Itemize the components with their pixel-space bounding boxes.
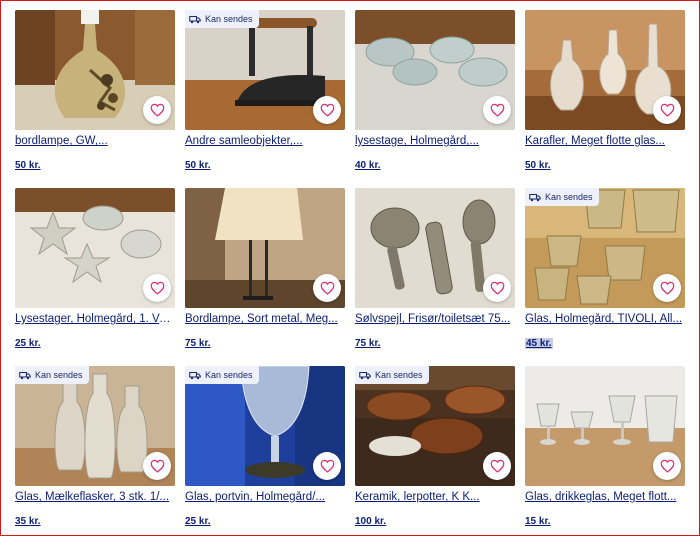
truck-icon <box>359 371 371 380</box>
heart-icon <box>150 103 165 117</box>
listing-price[interactable]: 40 kr. <box>355 160 381 171</box>
favorite-button[interactable] <box>313 274 341 302</box>
listing-title-link[interactable]: Glas, portvin, Holmegård/... <box>185 491 345 503</box>
heart-icon <box>150 459 165 473</box>
heart-icon <box>660 103 675 117</box>
listing-title-link[interactable]: Andre samleobjekter,... <box>185 135 345 147</box>
listing-price[interactable]: 25 kr. <box>185 516 211 527</box>
favorite-button[interactable] <box>313 452 341 480</box>
favorite-button[interactable] <box>143 452 171 480</box>
favorite-button[interactable] <box>483 274 511 302</box>
listing-title-link[interactable]: Glas, Mælkeflasker, 3 stk. 1/... <box>15 491 175 503</box>
listing-card[interactable]: Kan sendes Keramik, lerpotter, K K... 100 … <box>355 366 515 544</box>
listing-card[interactable]: Kan sendes Glas, Mælkeflasker, 3 stk. 1/.… <box>15 366 175 544</box>
truck-icon <box>189 15 201 24</box>
heart-icon <box>490 281 505 295</box>
truck-icon <box>189 371 201 380</box>
shipping-badge-label: Kan sendes <box>35 370 83 380</box>
heart-icon <box>490 459 505 473</box>
listing-title-link[interactable]: Karafler, Meget flotte glas... <box>525 135 685 147</box>
listing-card[interactable]: lysestage, Holmegård,... 40 kr. <box>355 10 515 188</box>
listing-card[interactable]: Kan sendes Glas, portvin, Holmegård/... 25… <box>185 366 345 544</box>
favorite-button[interactable] <box>483 452 511 480</box>
shipping-badge-label: Kan sendes <box>205 14 253 24</box>
shipping-badge-label: Kan sendes <box>205 370 253 380</box>
listing-card[interactable]: Karafler, Meget flotte glas... 50 kr. <box>525 10 685 188</box>
favorite-button[interactable] <box>313 96 341 124</box>
listing-price[interactable]: 50 kr. <box>185 160 211 171</box>
heart-icon <box>320 459 335 473</box>
heart-icon <box>490 103 505 117</box>
heart-icon <box>150 281 165 295</box>
listing-title-link[interactable]: Bordlampe, Sort metal, Meg... <box>185 313 345 325</box>
favorite-button[interactable] <box>143 96 171 124</box>
heart-icon <box>320 103 335 117</box>
listing-card[interactable]: bordlampe, GW,... 50 kr. <box>15 10 175 188</box>
listing-card[interactable]: Bordlampe, Sort metal, Meg... 75 kr. <box>185 188 345 366</box>
listing-card[interactable]: Kan sendes Andre samleobjekter,... 50 kr. <box>185 10 345 188</box>
heart-icon <box>660 459 675 473</box>
truck-icon <box>529 193 541 202</box>
listing-price[interactable]: 50 kr. <box>525 160 551 171</box>
listing-title-link[interactable]: lysestage, Holmegård,... <box>355 135 515 147</box>
shipping-badge: Kan sendes <box>185 366 259 384</box>
listing-price[interactable]: 45 kr. <box>525 338 553 349</box>
listing-card[interactable]: Lysestager, Holmegård, 1. Ve... 25 kr. <box>15 188 175 366</box>
listing-price[interactable]: 25 kr. <box>15 338 41 349</box>
favorite-button[interactable] <box>483 96 511 124</box>
listing-title-link[interactable]: Glas, drikkeglas, Meget flott... <box>525 491 685 503</box>
favorite-button[interactable] <box>143 274 171 302</box>
listing-price[interactable]: 75 kr. <box>355 338 381 349</box>
listing-price[interactable]: 50 kr. <box>15 160 41 171</box>
shipping-badge: Kan sendes <box>355 366 429 384</box>
listing-title-link[interactable]: Keramik, lerpotter, K K... <box>355 491 515 503</box>
listing-price[interactable]: 15 kr. <box>525 516 551 527</box>
listing-price[interactable]: 35 kr. <box>15 516 41 527</box>
listing-price[interactable]: 100 kr. <box>355 516 386 527</box>
shipping-badge-label: Kan sendes <box>375 370 423 380</box>
favorite-button[interactable] <box>653 274 681 302</box>
listing-card[interactable]: Kan sendes Glas, Holmegård, TIVOLI, All..… <box>525 188 685 366</box>
truck-icon <box>19 371 31 380</box>
shipping-badge: Kan sendes <box>185 10 259 28</box>
favorite-button[interactable] <box>653 96 681 124</box>
shipping-badge: Kan sendes <box>15 366 89 384</box>
listing-title-link[interactable]: Glas, Holmegård, TIVOLI, All... <box>525 313 685 325</box>
listing-title-link[interactable]: bordlampe, GW,... <box>15 135 175 147</box>
shipping-badge: Kan sendes <box>525 188 599 206</box>
listing-title-link[interactable]: Lysestager, Holmegård, 1. Ve... <box>15 313 175 325</box>
favorite-button[interactable] <box>653 452 681 480</box>
listing-card[interactable]: Glas, drikkeglas, Meget flott... 15 kr. <box>525 366 685 544</box>
listing-price[interactable]: 75 kr. <box>185 338 211 349</box>
listing-title-link[interactable]: Sølvspejl, Frisør/toiletsæt 75... <box>355 313 515 325</box>
heart-icon <box>660 281 675 295</box>
listing-grid: bordlampe, GW,... 50 kr. Kan sendes Andre … <box>15 10 685 544</box>
listing-card[interactable]: Sølvspejl, Frisør/toiletsæt 75... 75 kr. <box>355 188 515 366</box>
heart-icon <box>320 281 335 295</box>
shipping-badge-label: Kan sendes <box>545 192 593 202</box>
